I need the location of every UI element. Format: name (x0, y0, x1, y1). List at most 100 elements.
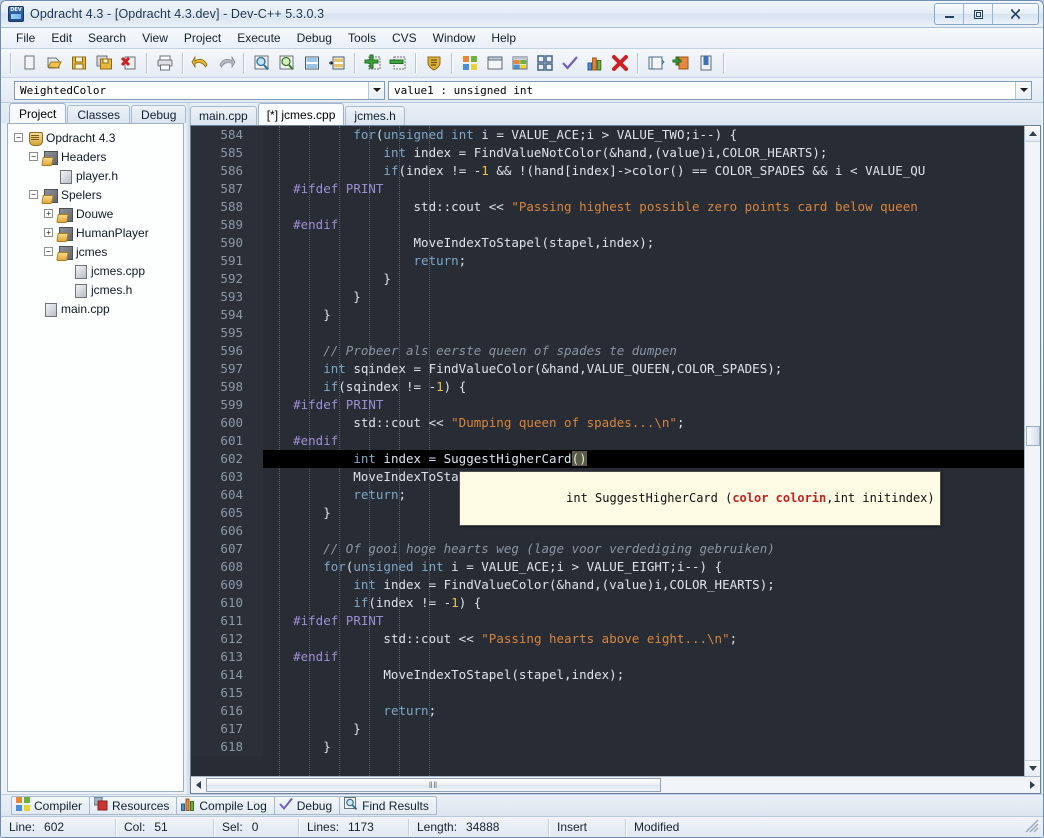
horizontal-scroll-thumb[interactable]: ‖‖ (206, 778, 661, 792)
code-line[interactable]: 598 if(sqindex != -1) { (191, 378, 1024, 396)
code-line[interactable]: 601 #endif (191, 432, 1024, 450)
code-line[interactable]: 609 int index = FindValueColor(&hand,(va… (191, 576, 1024, 594)
compile-and-run-button[interactable] (507, 51, 532, 76)
vertical-scroll-thumb[interactable] (1026, 426, 1040, 446)
editor-tab-jcmes-h[interactable]: jcmes.h (345, 106, 404, 125)
code-line[interactable]: 615 (191, 684, 1024, 702)
code-line[interactable]: 610 if(index != -1) { (191, 594, 1024, 612)
code-line[interactable]: 590 MoveIndexToStapel(stapel,index); (191, 234, 1024, 252)
code-line[interactable]: 618 } (191, 738, 1024, 756)
resize-grip-icon[interactable] (1025, 819, 1041, 835)
insert-green-button[interactable] (668, 51, 693, 76)
tree-node-spelers[interactable]: −Spelers (12, 185, 183, 204)
code-line[interactable]: 611 #ifdef PRINT (191, 612, 1024, 630)
stop-execution-red-x-button[interactable] (607, 51, 632, 76)
code-line[interactable]: 616 return; (191, 702, 1024, 720)
debug-window-button[interactable] (643, 51, 668, 76)
sidebar-tab-classes[interactable]: Classes (67, 105, 130, 123)
compile-button[interactable] (457, 51, 482, 76)
code-line[interactable]: 585 int index = FindValueNotColor(&hand,… (191, 144, 1024, 162)
code-line[interactable]: 599 #ifdef PRINT (191, 396, 1024, 414)
replace-magnifier-button[interactable] (274, 51, 299, 76)
editor-vertical-scrollbar[interactable] (1024, 126, 1040, 776)
tree-node-jcmes[interactable]: −jcmes (12, 242, 183, 261)
bottom-tab-debug[interactable]: Debug (274, 796, 340, 815)
code-line[interactable]: 589 #endif (191, 216, 1024, 234)
goto-line-button[interactable] (299, 51, 324, 76)
expand-icon[interactable]: + (44, 209, 53, 218)
sidebar-tab-project[interactable]: Project (9, 103, 66, 123)
menu-item-edit[interactable]: Edit (43, 28, 80, 48)
sidebar-tab-debug[interactable]: Debug (131, 105, 186, 123)
code-line-selected[interactable]: 602 int index = SuggestHigherCard() (191, 450, 1024, 468)
collapse-icon[interactable]: − (29, 190, 38, 199)
code-line[interactable]: 612 std::cout << "Passing hearts above e… (191, 630, 1024, 648)
tree-node-headers[interactable]: −Headers (12, 147, 183, 166)
code-line[interactable]: 614 MoveIndexToStapel(stapel,index); (191, 666, 1024, 684)
scroll-left-arrow-icon[interactable] (191, 778, 206, 793)
add-to-project-button[interactable] (360, 51, 385, 76)
collapse-icon[interactable]: − (29, 152, 38, 161)
code-line[interactable]: 595 (191, 324, 1024, 342)
tree-node-player-h[interactable]: player.h (12, 166, 183, 185)
code-line[interactable]: 592 } (191, 270, 1024, 288)
member-browser-combo[interactable]: value1 : unsigned int (388, 81, 1032, 100)
menu-item-view[interactable]: View (134, 28, 176, 48)
save-disk-button[interactable] (66, 51, 91, 76)
menu-item-project[interactable]: Project (176, 28, 229, 48)
run-button[interactable] (482, 51, 507, 76)
minimize-button[interactable] (935, 4, 964, 24)
project-options-shield-button[interactable] (421, 51, 446, 76)
menu-item-debug[interactable]: Debug (289, 28, 340, 48)
code-line[interactable]: 600 std::cout << "Dumping queen of spade… (191, 414, 1024, 432)
scroll-up-arrow-icon[interactable] (1025, 126, 1041, 142)
printer-button[interactable] (152, 51, 177, 76)
code-line[interactable]: 584 for(unsigned int i = VALUE_ACE;i > V… (191, 126, 1024, 144)
code-line[interactable]: 597 int sqindex = FindValueColor(&hand,V… (191, 360, 1024, 378)
menu-item-execute[interactable]: Execute (229, 28, 288, 48)
expand-icon[interactable]: + (44, 228, 53, 237)
status-insert-mode[interactable]: Insert (549, 819, 626, 836)
save-all-button[interactable] (91, 51, 116, 76)
code-line[interactable]: 617 } (191, 720, 1024, 738)
maximize-button[interactable] (964, 4, 993, 24)
close-button[interactable] (993, 4, 1038, 24)
bottom-tab-resources[interactable]: Resources (89, 796, 177, 815)
code-line[interactable]: 587 #ifdef PRINT (191, 180, 1024, 198)
code-line[interactable]: 591 return; (191, 252, 1024, 270)
code-line[interactable]: 596 // Probeer als eerste queen of spade… (191, 342, 1024, 360)
tree-node-jcmes-cpp[interactable]: jcmes.cpp (12, 261, 183, 280)
editor-horizontal-scrollbar[interactable]: ‖‖ (191, 776, 1040, 793)
find-magnifier-button[interactable] (249, 51, 274, 76)
code-line[interactable]: 608 for(unsigned int i = VALUE_ACE;i > V… (191, 558, 1024, 576)
code-line[interactable]: 594 } (191, 306, 1024, 324)
rebuild-all-button[interactable] (532, 51, 557, 76)
scroll-down-arrow-icon[interactable] (1025, 760, 1041, 776)
code-text-area[interactable]: 584 for(unsigned int i = VALUE_ACE;i > V… (191, 126, 1024, 776)
project-tree[interactable]: −Opdracht 4.3−Headersplayer.h−Spelers+Do… (7, 123, 184, 792)
profile-bar-chart-button[interactable] (582, 51, 607, 76)
redo-arrow-button[interactable] (213, 51, 238, 76)
editor-tab-main-cpp[interactable]: main.cpp (190, 106, 257, 125)
bookmark-blue-button[interactable] (693, 51, 718, 76)
code-line[interactable]: 586 if(index != -1 && !(hand[index]->col… (191, 162, 1024, 180)
tree-node-main-cpp[interactable]: main.cpp (12, 299, 183, 318)
menu-item-window[interactable]: Window (425, 28, 484, 48)
goto-function-button[interactable] (324, 51, 349, 76)
collapse-icon[interactable]: − (44, 247, 53, 256)
undo-arrow-button[interactable] (188, 51, 213, 76)
menu-item-tools[interactable]: Tools (340, 28, 384, 48)
menu-item-cvs[interactable]: CVS (384, 28, 425, 48)
editor-tab-jcmes-cpp[interactable]: [*] jcmes.cpp (258, 103, 345, 125)
code-line[interactable]: 588 std::cout << "Passing highest possib… (191, 198, 1024, 216)
tree-node-humanplayer[interactable]: +HumanPlayer (12, 223, 183, 242)
remove-from-project-button[interactable] (385, 51, 410, 76)
class-browser-combo[interactable]: WeightedColor (14, 81, 385, 100)
syntax-check-checkmark-button[interactable] (557, 51, 582, 76)
tree-node-douwe[interactable]: +Douwe (12, 204, 183, 223)
scroll-right-arrow-icon[interactable] (1025, 778, 1040, 793)
menu-item-file[interactable]: File (8, 28, 43, 48)
code-line[interactable]: 613 #endif (191, 648, 1024, 666)
bottom-tab-compiler[interactable]: Compiler (11, 796, 90, 815)
tree-node-opdracht-4-3[interactable]: −Opdracht 4.3 (12, 128, 183, 147)
